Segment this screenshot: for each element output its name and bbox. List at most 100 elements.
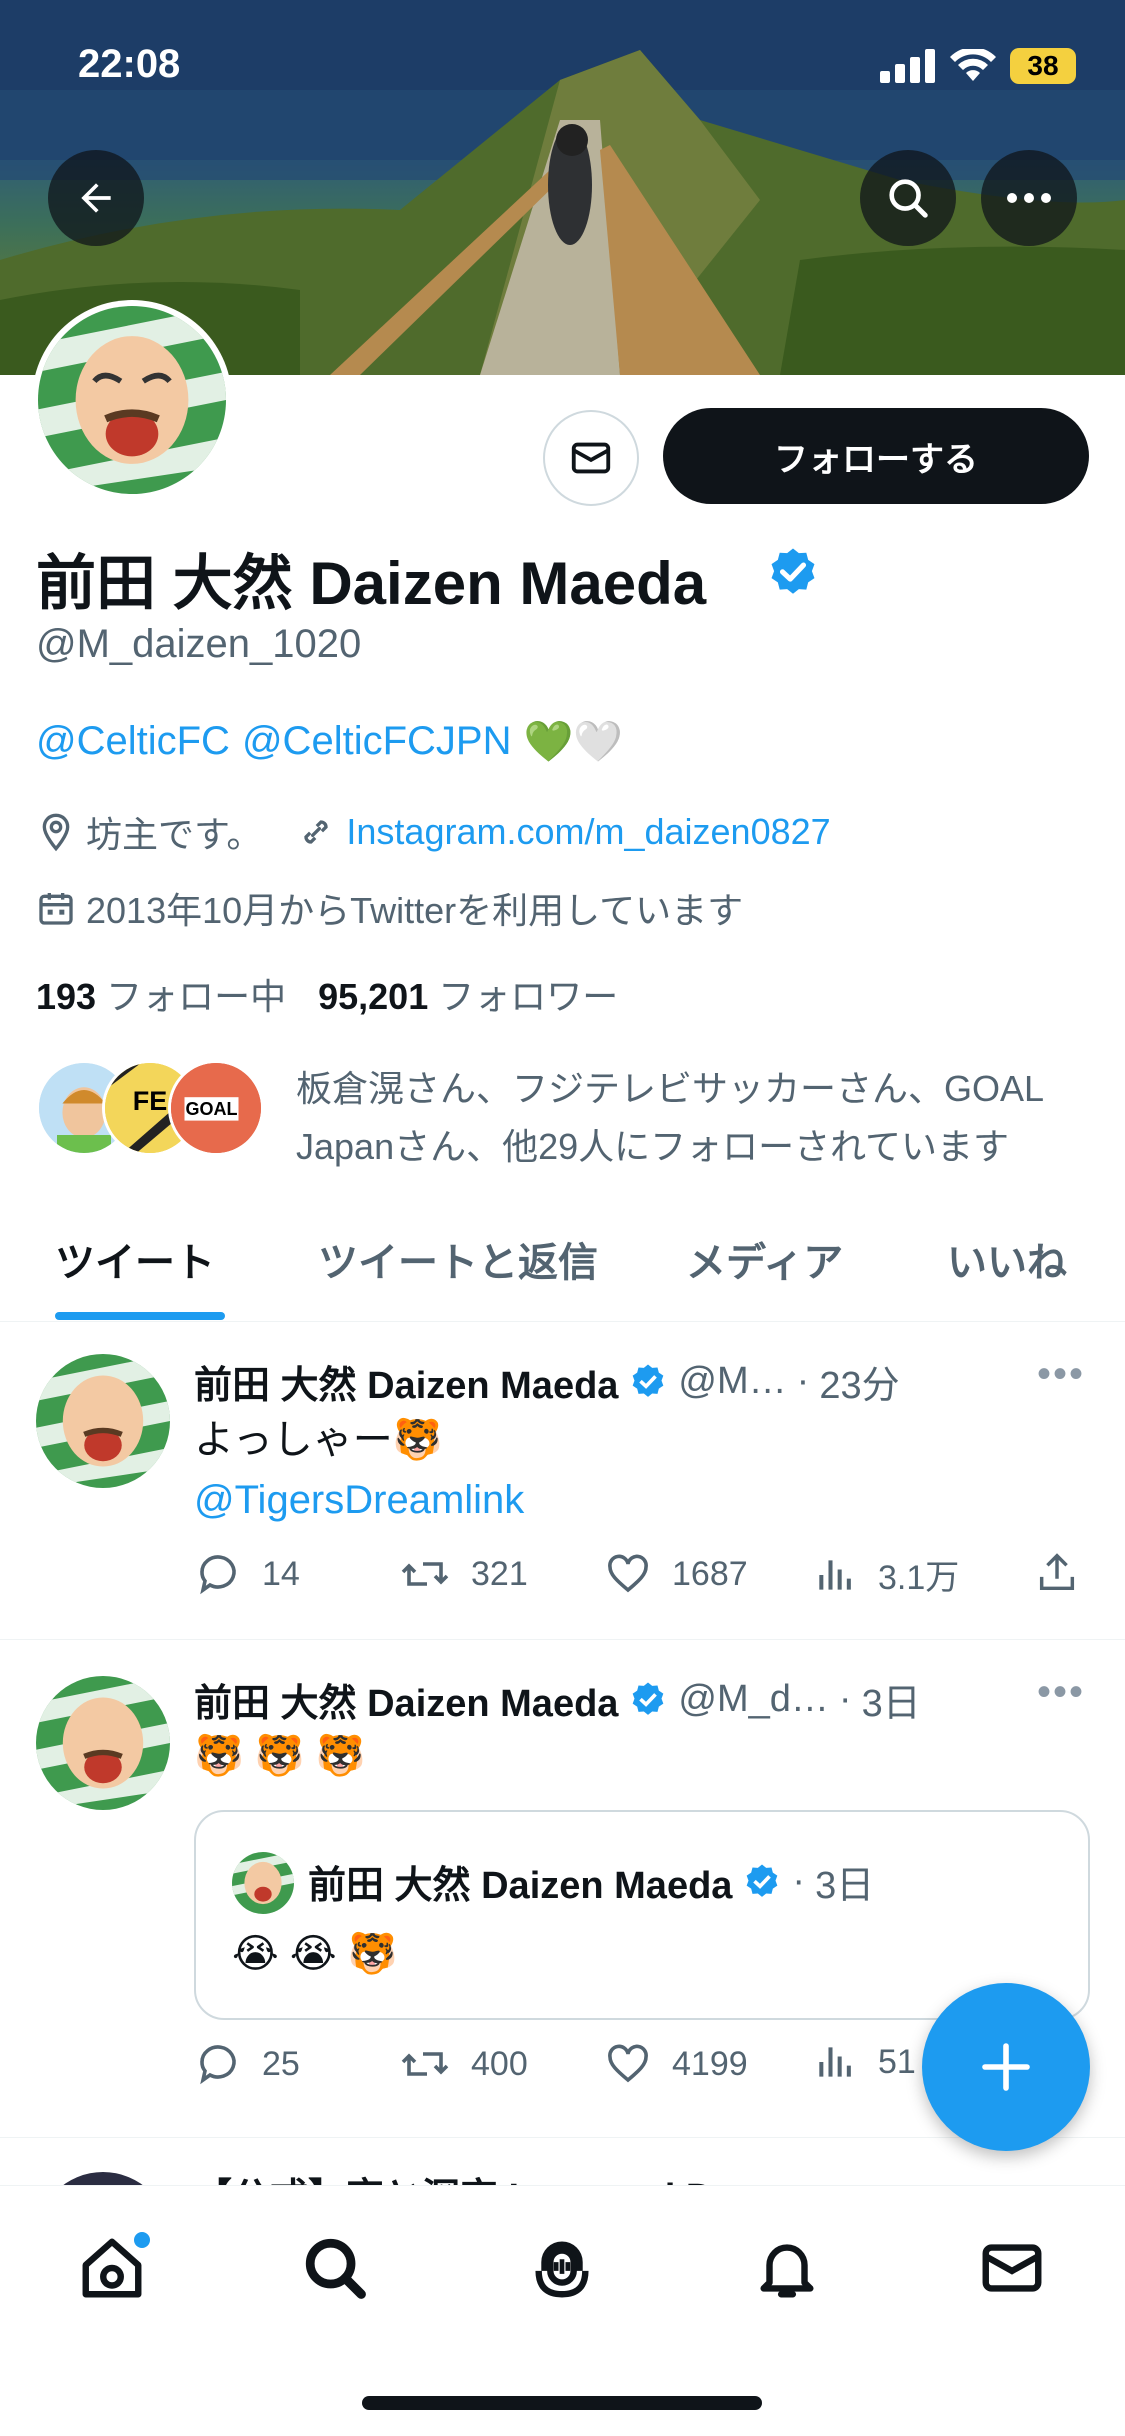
retweet-button[interactable]: 400 <box>399 2040 528 2088</box>
views-button[interactable]: 51 <box>814 2040 916 2084</box>
following-link[interactable]: 193 フォロー中 <box>36 968 286 1020</box>
search-icon <box>889 179 928 218</box>
messages-icon <box>982 2244 1042 2292</box>
verified-badge-icon[interactable] <box>765 545 821 601</box>
tweet-time: 23分 <box>819 1365 900 1407</box>
tweet-more-button[interactable]: ••• <box>1037 1352 1085 1397</box>
following-label: フォロー中 <box>106 976 287 1017</box>
spaces-icon <box>535 2241 589 2298</box>
svg-text:GOAL: GOAL <box>186 1099 238 1119</box>
home-indicator <box>362 2396 762 2410</box>
like-button[interactable]: 4199 <box>604 2040 748 2088</box>
profile-avatar[interactable] <box>32 300 232 500</box>
like-count: 1687 <box>672 1554 748 1593</box>
followers-you-know[interactable]: FE GOAL 板倉滉さん、フジテレビサッカーさん、GOAL Japanさん、他… <box>36 1060 1086 1176</box>
follow-button[interactable]: フォローする <box>663 408 1089 504</box>
signal-icon <box>880 49 935 83</box>
retweet-icon <box>401 2052 449 2076</box>
nav-messages[interactable] <box>972 2228 1052 2308</box>
profile-location: 坊主です。 <box>86 814 263 855</box>
following-count: 193 <box>36 976 97 1017</box>
tweet-author-handle: @M_d… <box>678 1678 829 1720</box>
tweet-text: よっしゃー🐯 <box>194 1418 443 1462</box>
bio-emoji: 💚🤍 <box>523 720 624 764</box>
tweet-more-button[interactable]: ••• <box>1037 1670 1085 1715</box>
views-icon <box>819 2047 851 2077</box>
bio-mention-celticfc[interactable]: @CelticFC <box>36 719 230 764</box>
followers-link[interactable]: 95,201 フォロワー <box>318 968 618 1020</box>
profile-display-name: 前田 大然 Daizen Maeda <box>36 550 707 617</box>
tab-active-indicator <box>55 1312 225 1320</box>
profile-meta-row: 坊主です。 Instagram.com/m_daizen0827 <box>36 806 831 858</box>
tweet-actions: 14 321 1687 3.1万 <box>194 1550 1094 1610</box>
like-count: 4199 <box>672 2044 748 2083</box>
tweet-mention-link[interactable]: @TigersDreamlink <box>194 1470 524 1530</box>
bio-mention-celticfcjpn[interactable]: @CelticFCJPN <box>242 719 512 764</box>
tweet-item[interactable]: 前田 大然 Daizen Maeda @M… · 23分 ••• よっしゃー🐯 … <box>0 1322 1125 1640</box>
battery-level: 38 <box>1027 50 1059 81</box>
status-time: 22:08 <box>78 42 181 86</box>
share-button[interactable] <box>1034 1550 1080 1596</box>
search-button[interactable] <box>860 150 956 246</box>
calendar-icon <box>39 893 73 925</box>
tweet-header: 前田 大然 Daizen Maeda @M_d… · 3日 <box>194 1672 921 1727</box>
home-unread-dot <box>134 2232 150 2248</box>
profile-handle: @M_daizen_1020 <box>36 622 362 666</box>
followers-count: 95,201 <box>318 976 429 1017</box>
tweet-separator: · <box>796 1360 810 1402</box>
more-button[interactable] <box>981 150 1077 246</box>
quoted-tweet-header: 前田 大然 Daizen Maeda · 3日 <box>308 1854 874 1909</box>
tab-tweets-and-replies[interactable]: ツイートと返信 <box>318 1230 598 1288</box>
location-icon <box>42 813 70 852</box>
reply-count: 14 <box>262 1554 300 1593</box>
views-button[interactable]: 3.1万 <box>814 1550 959 1599</box>
tab-media[interactable]: メディア <box>686 1230 843 1288</box>
message-button[interactable] <box>543 410 639 506</box>
nav-spaces[interactable] <box>522 2228 602 2308</box>
profile-website-link[interactable]: Instagram.com/m_daizen0827 <box>346 811 830 853</box>
tab-likes[interactable]: いいね <box>947 1230 1067 1288</box>
reply-button[interactable]: 25 <box>194 2040 300 2088</box>
quoted-tweet[interactable]: 前田 大然 Daizen Maeda · 3日 😭 😭 🐯 <box>194 1810 1090 2020</box>
retweet-button[interactable]: 321 <box>399 1550 528 1598</box>
tweet-author-name[interactable]: 前田 大然 Daizen Maeda <box>194 1672 618 1727</box>
nav-explore[interactable] <box>295 2228 375 2308</box>
tweet-avatar[interactable] <box>36 1354 170 1488</box>
wifi-icon <box>950 49 996 81</box>
quoted-time: 3日 <box>815 1865 875 1907</box>
status-icons: 38 <box>880 48 1076 84</box>
retweet-count: 321 <box>471 1554 528 1593</box>
quoted-author-name: 前田 大然 Daizen Maeda <box>308 1865 733 1907</box>
back-arrow-icon <box>81 183 111 213</box>
profile-stats: 193 フォロー中 95,201 フォロワー <box>36 968 618 1020</box>
tweet-avatar[interactable] <box>36 1676 170 1810</box>
followers-label: フォロワー <box>438 976 619 1017</box>
battery-icon: 38 <box>1010 48 1076 84</box>
followers-you-know-text: 板倉滉さん、フジテレビサッカーさん、GOAL Japanさん、他29人にフォロー… <box>296 1068 1043 1167</box>
like-button[interactable]: 1687 <box>604 1550 748 1598</box>
nav-home[interactable] <box>72 2228 152 2308</box>
explore-icon <box>305 2238 366 2299</box>
tweet-separator: · <box>838 1678 852 1720</box>
notifications-icon <box>760 2244 814 2298</box>
like-icon <box>608 1554 648 1593</box>
mail-icon <box>571 442 611 474</box>
profile-bio: @CelticFC @CelticFCJPN 💚🤍 <box>36 718 623 765</box>
nav-notifications[interactable] <box>747 2228 827 2308</box>
tweet-header: 前田 大然 Daizen Maeda @M… · 23分 <box>194 1354 900 1409</box>
quoted-tweet-avatar <box>232 1852 294 1914</box>
profile-joined-date: 2013年10月からTwitterを利用しています <box>86 890 744 931</box>
verified-badge-icon <box>747 1864 778 1897</box>
views-icon <box>819 1559 851 1590</box>
views-count: 3.1万 <box>878 1559 960 1597</box>
reply-button[interactable]: 14 <box>194 1550 300 1598</box>
reply-count: 25 <box>262 2044 300 2083</box>
quoted-separator: · <box>792 1860 806 1902</box>
reply-icon <box>200 1555 236 1595</box>
tweet-author-name[interactable]: 前田 大然 Daizen Maeda <box>194 1354 618 1409</box>
link-icon <box>304 820 329 844</box>
back-button[interactable] <box>48 150 144 246</box>
retweet-count: 400 <box>471 2044 528 2083</box>
compose-tweet-button[interactable] <box>922 1983 1090 2151</box>
tab-tweets[interactable]: ツイート <box>55 1230 215 1288</box>
